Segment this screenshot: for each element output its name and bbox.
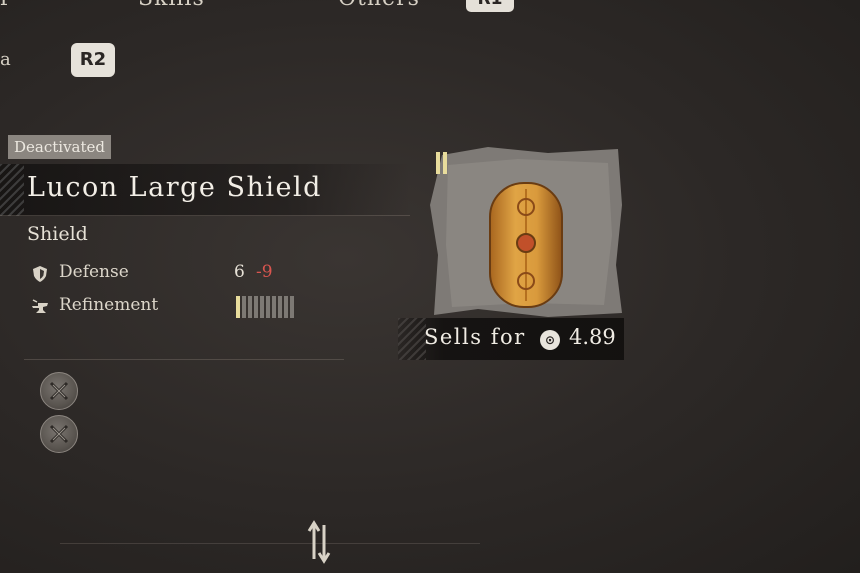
defense-label: Defense [59, 262, 129, 282]
item-type: Shield [27, 223, 88, 245]
crossed-swords-icon [49, 381, 69, 401]
tab-skills[interactable]: Skills [138, 0, 205, 11]
r2-button-prompt[interactable]: R2 [71, 43, 115, 77]
bottom-divider [60, 543, 480, 544]
refinement-segment [248, 296, 252, 318]
refinement-segment [260, 296, 264, 318]
refinement-segment [242, 296, 246, 318]
shield-icon [33, 266, 47, 282]
r1-button-prompt[interactable]: R1 [466, 0, 514, 12]
empty-slot-icon[interactable] [40, 415, 78, 453]
empty-slot-icon[interactable] [40, 372, 78, 410]
sell-stripes [398, 318, 426, 360]
section-divider [24, 359, 344, 360]
refinement-segment [272, 296, 276, 318]
crossed-swords-icon [49, 424, 69, 444]
item-name: Lucon Large Shield [27, 172, 322, 203]
top-tab-bar: r Skills Others R1 [0, 0, 860, 16]
refinement-segment [254, 296, 258, 318]
refinement-label: Refinement [59, 295, 159, 315]
title-underline [0, 215, 410, 216]
tab-partial[interactable]: r [0, 0, 11, 11]
refinement-segment [290, 296, 294, 318]
sell-label: Sells for [424, 325, 526, 349]
refinement-segment [278, 296, 282, 318]
subtab-partial[interactable]: a [0, 49, 11, 70]
status-badge: Deactivated [8, 135, 111, 159]
refinement-segment [284, 296, 288, 318]
refinement-segment [266, 296, 270, 318]
refinement-bar [236, 296, 294, 318]
defense-delta: -9 [256, 262, 273, 282]
coin-icon: ⊙ [540, 330, 560, 350]
equipped-marker-icon [436, 152, 447, 174]
refinement-segment [236, 296, 240, 318]
title-stripes [0, 164, 24, 216]
defense-value: 6 [234, 262, 245, 282]
swap-vertical-icon[interactable] [306, 519, 332, 565]
sell-value: 4.89 [569, 325, 616, 349]
item-image[interactable] [428, 145, 624, 317]
anvil-icon [32, 299, 48, 313]
tab-others[interactable]: Others [338, 0, 420, 11]
